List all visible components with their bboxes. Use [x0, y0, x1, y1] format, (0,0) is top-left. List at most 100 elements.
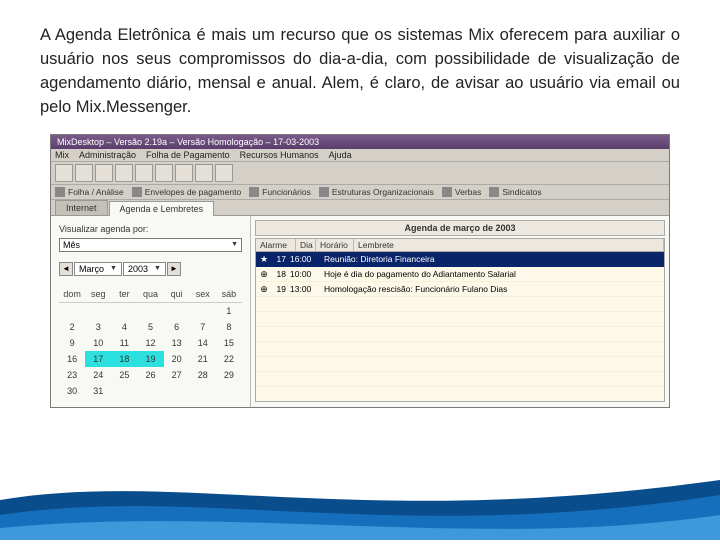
tab-envelopes[interactable]: Envelopes de pagamento [132, 187, 241, 197]
calendar-day[interactable]: 4 [111, 319, 137, 335]
agenda-text: Hoje é dia do pagamento do Adiantamento … [324, 269, 662, 279]
calendar-day[interactable]: 29 [216, 367, 242, 383]
toolbar-button[interactable] [55, 164, 73, 182]
toolbar-button[interactable] [115, 164, 133, 182]
alarm-icon: ⊕ [258, 284, 270, 295]
calendar-day [111, 383, 137, 399]
calendar-day[interactable]: 30 [59, 383, 85, 399]
menu-folha[interactable]: Folha de Pagamento [146, 150, 230, 160]
calendar-weekday: sáb [216, 286, 242, 303]
people-icon [249, 187, 259, 197]
subtab-agenda[interactable]: Agenda e Lembretes [109, 201, 215, 216]
menu-administracao[interactable]: Administração [79, 150, 136, 160]
toolbar-button[interactable] [95, 164, 113, 182]
calendar-day[interactable]: 13 [164, 335, 190, 351]
calendar-weekday: seg [85, 286, 111, 303]
calendar-day[interactable]: 24 [85, 367, 111, 383]
titlebar: MixDesktop – Versão 2.19a – Versão Homol… [51, 135, 669, 149]
agenda-row[interactable]: ★1716:00Reunião: Diretoria Financeira [256, 252, 664, 267]
agenda-time: 10:00 [290, 269, 324, 279]
agenda-list[interactable]: ★1716:00Reunião: Diretoria Financeira⊕18… [255, 252, 665, 402]
calendar: domsegterquaquisexsáb 123456789101112131… [59, 286, 242, 399]
calendar-day [59, 302, 85, 319]
agenda-columns: Alarme Dia Horário Lembrete [255, 238, 665, 252]
alarm-icon: ★ [258, 254, 270, 265]
calendar-day[interactable]: 31 [85, 383, 111, 399]
toolbar-button[interactable] [75, 164, 93, 182]
agenda-title: Agenda de março de 2003 [255, 220, 665, 236]
calendar-day [164, 302, 190, 319]
calendar-day[interactable]: 7 [190, 319, 216, 335]
calendar-day[interactable]: 1 [216, 302, 242, 319]
calendar-day[interactable]: 21 [190, 351, 216, 367]
calendar-day[interactable]: 20 [164, 351, 190, 367]
tab-funcionarios[interactable]: Funcionários [249, 187, 311, 197]
alarm-icon: ⊕ [258, 269, 270, 280]
calendar-day[interactable]: 19 [137, 351, 163, 367]
next-button[interactable]: ► [167, 262, 181, 276]
agenda-text: Homologação rescisão: Funcionário Fulano… [324, 284, 662, 294]
year-select[interactable]: 2003▼ [123, 262, 166, 276]
calendar-day[interactable]: 16 [59, 351, 85, 367]
toolbar-button[interactable] [195, 164, 213, 182]
agenda-row[interactable]: ⊕1913:00Homologação rescisão: Funcionári… [256, 282, 664, 297]
month-select[interactable]: Março▼ [74, 262, 122, 276]
calendar-day [85, 302, 111, 319]
toolbar [51, 162, 669, 185]
calendar-weekday: ter [111, 286, 137, 303]
view-by-select[interactable]: Mês▼ [59, 238, 242, 252]
prev-button[interactable]: ◄ [59, 262, 73, 276]
calendar-day[interactable]: 10 [85, 335, 111, 351]
calendar-day[interactable]: 15 [216, 335, 242, 351]
org-icon [319, 187, 329, 197]
calendar-day[interactable]: 23 [59, 367, 85, 383]
agenda-day: 19 [270, 284, 290, 294]
menu-mix[interactable]: Mix [55, 150, 69, 160]
flag-icon [489, 187, 499, 197]
calendar-day[interactable]: 8 [216, 319, 242, 335]
calendar-day[interactable]: 25 [111, 367, 137, 383]
window-title: MixDesktop – Versão 2.19a – Versão Homol… [57, 137, 319, 147]
menu-rh[interactable]: Recursos Humanos [240, 150, 319, 160]
tab-verbas[interactable]: Verbas [442, 187, 481, 197]
agenda-text: Reunião: Diretoria Financeira [324, 254, 662, 264]
calendar-day [164, 383, 190, 399]
agenda-row[interactable]: ⊕1810:00Hoje é dia do pagamento do Adian… [256, 267, 664, 282]
agenda-day: 18 [270, 269, 290, 279]
toolbar-button[interactable] [135, 164, 153, 182]
subtabs: Internet Agenda e Lembretes [51, 200, 669, 216]
menubar: Mix Administração Folha de Pagamento Rec… [51, 149, 669, 162]
calendar-day[interactable]: 11 [111, 335, 137, 351]
menu-ajuda[interactable]: Ajuda [329, 150, 352, 160]
calendar-weekday: sex [190, 286, 216, 303]
calendar-day[interactable]: 27 [164, 367, 190, 383]
calendar-day[interactable]: 5 [137, 319, 163, 335]
calendar-weekday: dom [59, 286, 85, 303]
tab-folha[interactable]: Folha / Análise [55, 187, 124, 197]
calendar-weekday: qua [137, 286, 163, 303]
agenda-day: 17 [270, 254, 290, 264]
calendar-day[interactable]: 6 [164, 319, 190, 335]
calendar-day[interactable]: 14 [190, 335, 216, 351]
calendar-day [111, 302, 137, 319]
tab-sindicatos[interactable]: Sindicatos [489, 187, 541, 197]
tab-estruturas[interactable]: Estruturas Organizacionais [319, 187, 434, 197]
subtab-internet[interactable]: Internet [55, 200, 108, 215]
toolbar-button[interactable] [155, 164, 173, 182]
left-pane: Visualizar agenda por: Mês▼ ◄ Março▼ 200… [51, 216, 251, 407]
calendar-day[interactable]: 22 [216, 351, 242, 367]
agenda-time: 13:00 [290, 284, 324, 294]
book-icon [442, 187, 452, 197]
toolbar-button[interactable] [175, 164, 193, 182]
calendar-day[interactable]: 26 [137, 367, 163, 383]
decorative-wave [0, 460, 720, 540]
calendar-day[interactable]: 9 [59, 335, 85, 351]
calendar-day [216, 383, 242, 399]
calendar-day[interactable]: 2 [59, 319, 85, 335]
calendar-day[interactable]: 12 [137, 335, 163, 351]
calendar-day[interactable]: 17 [85, 351, 111, 367]
calendar-day[interactable]: 18 [111, 351, 137, 367]
toolbar-button[interactable] [215, 164, 233, 182]
calendar-day[interactable]: 3 [85, 319, 111, 335]
calendar-day[interactable]: 28 [190, 367, 216, 383]
